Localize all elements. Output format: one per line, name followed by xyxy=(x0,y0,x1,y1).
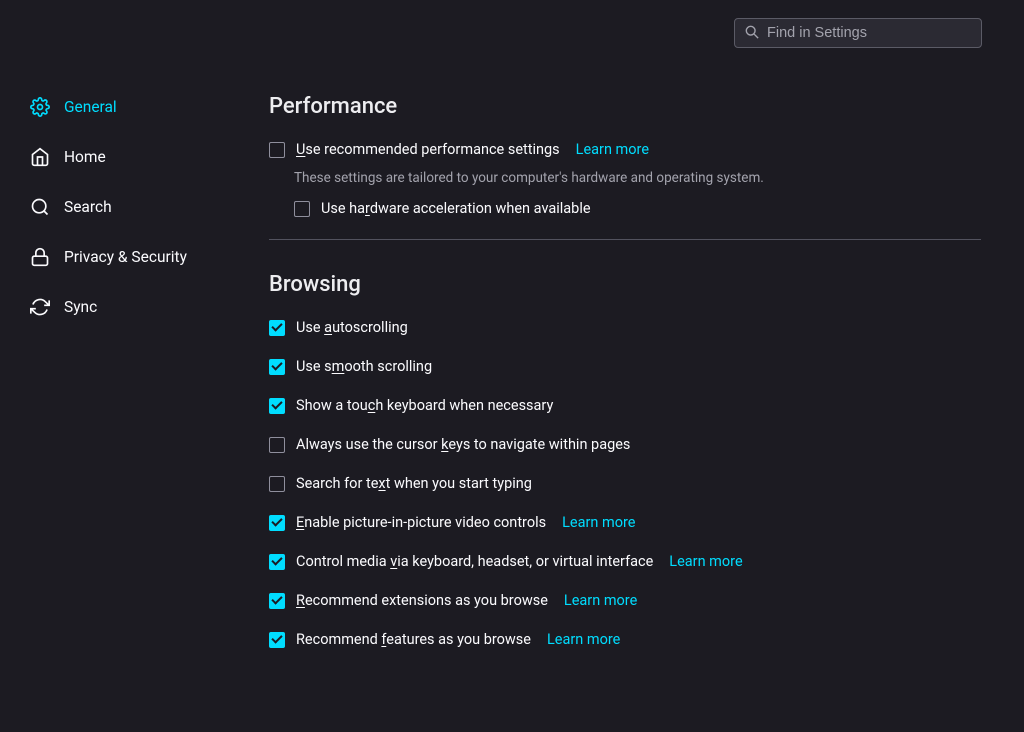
recommend-extensions-label: Recommend extensions as you browse xyxy=(296,592,548,609)
autoscroll-label: Use autoscrolling xyxy=(296,319,408,336)
recommend-features-checkbox[interactable] xyxy=(269,632,285,648)
search-text-checkbox[interactable] xyxy=(269,476,285,492)
smooth-scroll-row: Use smooth scrolling xyxy=(269,358,981,375)
media-control-checkbox[interactable] xyxy=(269,554,285,570)
touch-keyboard-row: Show a touch keyboard when necessary xyxy=(269,397,981,414)
sidebar-item-label: Home xyxy=(64,148,106,166)
lock-icon xyxy=(29,246,51,268)
hw-accel-label: Use hardware acceleration when available xyxy=(321,200,591,217)
sidebar: General Home Search Privacy & Secur xyxy=(29,82,249,332)
recommend-features-row: Recommend features as you browse Learn m… xyxy=(269,631,981,648)
performance-subtext: These settings are tailored to your comp… xyxy=(294,170,981,186)
recommend-extensions-checkbox[interactable] xyxy=(269,593,285,609)
media-control-row: Control media via keyboard, headset, or … xyxy=(269,553,981,570)
sidebar-item-search[interactable]: Search xyxy=(29,182,249,232)
sync-icon xyxy=(29,296,51,318)
content-area: Performance Use recommended performance … xyxy=(269,94,981,670)
use-recommended-label: Use recommended performance settings xyxy=(296,141,560,158)
smooth-scroll-label: Use smooth scrolling xyxy=(296,358,432,375)
search-text-label: Search for text when you start typing xyxy=(296,475,532,492)
performance-heading: Performance xyxy=(269,94,981,119)
smooth-scroll-checkbox[interactable] xyxy=(269,359,285,375)
gear-icon xyxy=(29,96,51,118)
media-control-label: Control media via keyboard, headset, or … xyxy=(296,553,653,570)
sidebar-item-label: General xyxy=(64,98,117,116)
search-icon xyxy=(745,24,759,43)
recommend-features-label: Recommend features as you browse xyxy=(296,631,531,648)
learn-more-link[interactable]: Learn more xyxy=(562,514,635,531)
pip-label: Enable picture-in-picture video controls xyxy=(296,514,546,531)
hw-accel-row: Use hardware acceleration when available xyxy=(294,200,981,217)
home-icon xyxy=(29,146,51,168)
learn-more-link[interactable]: Learn more xyxy=(547,631,620,648)
use-recommended-row: Use recommended performance settings Lea… xyxy=(269,141,981,158)
sidebar-item-label: Search xyxy=(64,198,112,216)
browsing-heading: Browsing xyxy=(269,272,981,297)
sidebar-item-label: Privacy & Security xyxy=(64,248,187,266)
touch-keyboard-checkbox[interactable] xyxy=(269,398,285,414)
find-in-settings-input[interactable] xyxy=(767,25,971,41)
cursor-keys-label: Always use the cursor keys to navigate w… xyxy=(296,436,630,453)
learn-more-link[interactable]: Learn more xyxy=(564,592,637,609)
search-text-row: Search for text when you start typing xyxy=(269,475,981,492)
learn-more-link[interactable]: Learn more xyxy=(669,553,742,570)
hw-accel-checkbox[interactable] xyxy=(294,201,310,217)
pip-row: Enable picture-in-picture video controls… xyxy=(269,514,981,531)
autoscroll-row: Use autoscrolling xyxy=(269,319,981,336)
cursor-keys-row: Always use the cursor keys to navigate w… xyxy=(269,436,981,453)
touch-keyboard-label: Show a touch keyboard when necessary xyxy=(296,397,553,414)
find-in-settings-search[interactable] xyxy=(734,18,982,48)
sidebar-item-label: Sync xyxy=(64,298,97,316)
recommend-extensions-row: Recommend extensions as you browse Learn… xyxy=(269,592,981,609)
sidebar-item-sync[interactable]: Sync xyxy=(29,282,249,332)
search-icon xyxy=(29,196,51,218)
pip-checkbox[interactable] xyxy=(269,515,285,531)
learn-more-link[interactable]: Learn more xyxy=(576,141,649,158)
autoscroll-checkbox[interactable] xyxy=(269,320,285,336)
cursor-keys-checkbox[interactable] xyxy=(269,437,285,453)
sidebar-item-home[interactable]: Home xyxy=(29,132,249,182)
sidebar-item-general[interactable]: General xyxy=(29,82,249,132)
use-recommended-checkbox[interactable] xyxy=(269,142,285,158)
section-divider xyxy=(269,239,981,240)
sidebar-item-privacy[interactable]: Privacy & Security xyxy=(29,232,249,282)
